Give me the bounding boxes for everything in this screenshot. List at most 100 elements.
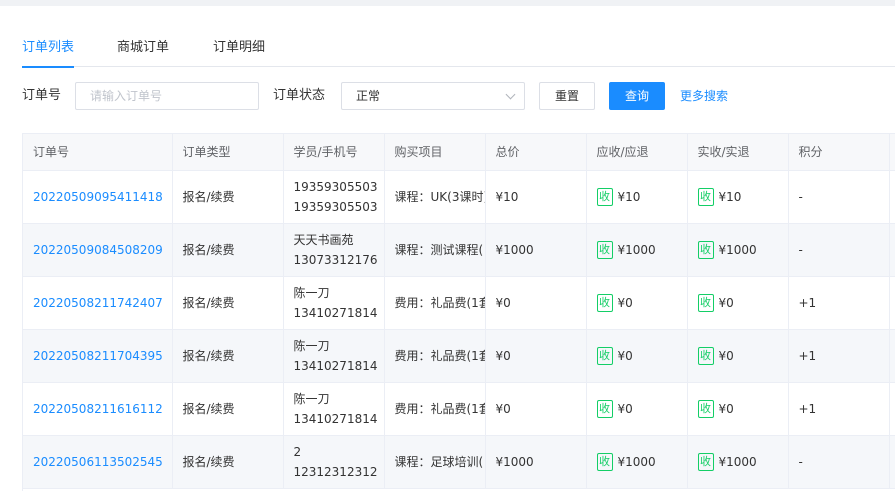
col-order-type: 订单类型 — [172, 134, 284, 171]
receive-badge: 收 — [697, 400, 714, 418]
student-name: 19359305503 — [293, 179, 378, 194]
col-points: 积分 — [788, 134, 890, 171]
total-cell: ¥1000 — [485, 435, 587, 489]
receivable-cell: 收 ¥1000 — [586, 435, 688, 489]
student-phone: 13410271814 — [293, 358, 378, 373]
purchase-item-cell: 课程：足球培训( — [384, 435, 486, 489]
student-phone: 13073312176 — [293, 252, 378, 267]
received-cell: 收 ¥10 — [687, 170, 789, 224]
extra-cell — [889, 170, 895, 224]
order-no-link[interactable]: 20220506113502545 — [23, 435, 173, 489]
order-no-link[interactable]: 20220508211616112 — [23, 382, 173, 436]
extra-cell — [889, 329, 895, 383]
receivable-amount: ¥0 — [617, 348, 633, 363]
received-amount: ¥1000 — [718, 454, 757, 469]
receivable-amount: ¥10 — [617, 189, 641, 204]
student-name: 2 — [293, 444, 302, 459]
order-status-label: 订单状态 — [273, 88, 326, 103]
order-no-link[interactable]: 20220509084508209 — [23, 223, 173, 277]
more-search-link[interactable]: 更多搜索 — [680, 89, 728, 103]
tab-order-details[interactable]: 订单明细 — [213, 34, 265, 67]
receive-badge: 收 — [596, 188, 613, 206]
points-cell: +1 — [788, 276, 890, 330]
extra-cell — [889, 276, 895, 330]
order-type-cell: 报名/续费 — [172, 170, 284, 224]
received-amount: ¥0 — [718, 348, 734, 363]
total-cell: ¥0 — [485, 382, 587, 436]
student-name: 陈一刀 — [293, 338, 330, 353]
col-purchase-item: 购买项目 — [384, 134, 486, 171]
receive-badge: 收 — [697, 188, 714, 206]
order-no-link[interactable]: 20220508211742407 — [23, 276, 173, 330]
receivable-amount: ¥0 — [617, 401, 633, 416]
receivable-amount: ¥1000 — [617, 242, 656, 257]
reset-button[interactable]: 重置 — [539, 82, 595, 110]
extra-cell — [889, 435, 895, 489]
tab-order-list[interactable]: 订单列表 — [22, 34, 75, 68]
points-cell: +1 — [788, 382, 890, 436]
order-no-input[interactable] — [75, 82, 259, 110]
purchase-item-cell: 课程：测试课程( — [384, 223, 486, 277]
table-row: 20220508211742407 报名/续费 陈一刀 13410271814 费用：礼… — [23, 276, 895, 330]
extra-cell — [889, 223, 895, 277]
order-type-cell: 报名/续费 — [172, 382, 284, 436]
receive-badge: 收 — [596, 294, 613, 312]
received-cell: 收 ¥0 — [687, 382, 789, 436]
table-header-row: 订单号 订单类型 学员/手机号 购买项目 总价 应收/应退 实收/实退 积分 — [23, 134, 895, 171]
student-cell: 19359305503 19359305503 — [283, 170, 385, 224]
student-cell: 2 12312312312 — [283, 435, 385, 489]
received-amount: ¥1000 — [718, 242, 757, 257]
order-status-select[interactable]: 正常 — [341, 82, 525, 110]
extra-cell — [889, 382, 895, 436]
received-cell: 收 ¥1000 — [687, 223, 789, 277]
table-row: 20220506113502545 报名/续费 2 12312312312 课程：足球培… — [23, 435, 895, 489]
receive-badge: 收 — [697, 347, 714, 365]
received-cell: 收 ¥1000 — [687, 435, 789, 489]
receive-badge: 收 — [697, 294, 714, 312]
total-cell: ¥1000 — [485, 223, 587, 277]
order-no-link[interactable]: 20220508211704395 — [23, 329, 173, 383]
purchase-item-cell: 费用：礼品费(1套 — [384, 276, 486, 330]
receive-badge: 收 — [596, 347, 613, 365]
receivable-cell: 收 ¥0 — [586, 276, 688, 330]
points-cell: - — [788, 170, 890, 224]
total-cell: ¥0 — [485, 329, 587, 383]
received-amount: ¥10 — [718, 189, 742, 204]
student-cell: 陈一刀 13410271814 — [283, 382, 385, 436]
receivable-amount: ¥1000 — [617, 454, 656, 469]
received-amount: ¥0 — [718, 295, 734, 310]
table-row: 20220509095411418 报名/续费 19359305503 1935930… — [23, 170, 895, 224]
table-row: 20220509084508209 报名/续费 天天书画苑 13073312176 课程… — [23, 223, 895, 277]
points-cell: - — [788, 435, 890, 489]
col-receivable: 应收/应退 — [586, 134, 688, 171]
search-button[interactable]: 查询 — [609, 82, 665, 110]
receive-badge: 收 — [596, 241, 613, 259]
student-phone: 12312312312 — [293, 464, 378, 479]
receive-badge: 收 — [596, 400, 613, 418]
student-name: 陈一刀 — [293, 285, 330, 300]
col-student-phone: 学员/手机号 — [283, 134, 385, 171]
chevron-down-icon — [505, 89, 516, 100]
receivable-cell: 收 ¥0 — [586, 382, 688, 436]
points-cell: +1 — [788, 329, 890, 383]
tab-mall-orders[interactable]: 商城订单 — [117, 34, 169, 67]
order-page-card: 订单列表 商城订单 订单明细 订单号 订单状态 正常 重置 查询 更多搜索 订单… — [0, 6, 895, 491]
receivable-cell: 收 ¥10 — [586, 170, 688, 224]
receivable-cell: 收 ¥0 — [586, 329, 688, 383]
student-phone: 19359305503 — [293, 199, 378, 214]
student-name: 天天书画苑 — [293, 232, 354, 247]
order-no-link[interactable]: 20220509095411418 — [23, 170, 173, 224]
table-row: 20220508211704395 报名/续费 陈一刀 13410271814 费用：礼… — [23, 329, 895, 383]
order-tabs: 订单列表 商城订单 订单明细 — [22, 34, 895, 68]
student-cell: 天天书画苑 13073312176 — [283, 223, 385, 277]
receivable-amount: ¥0 — [617, 295, 633, 310]
student-cell: 陈一刀 13410271814 — [283, 276, 385, 330]
order-type-cell: 报名/续费 — [172, 329, 284, 383]
student-phone: 13410271814 — [293, 411, 378, 426]
receive-badge: 收 — [596, 453, 613, 471]
col-received: 实收/实退 — [687, 134, 789, 171]
order-no-label: 订单号 — [22, 88, 62, 103]
received-cell: 收 ¥0 — [687, 276, 789, 330]
purchase-item-cell: 费用：礼品费(1套 — [384, 382, 486, 436]
received-cell: 收 ¥0 — [687, 329, 789, 383]
